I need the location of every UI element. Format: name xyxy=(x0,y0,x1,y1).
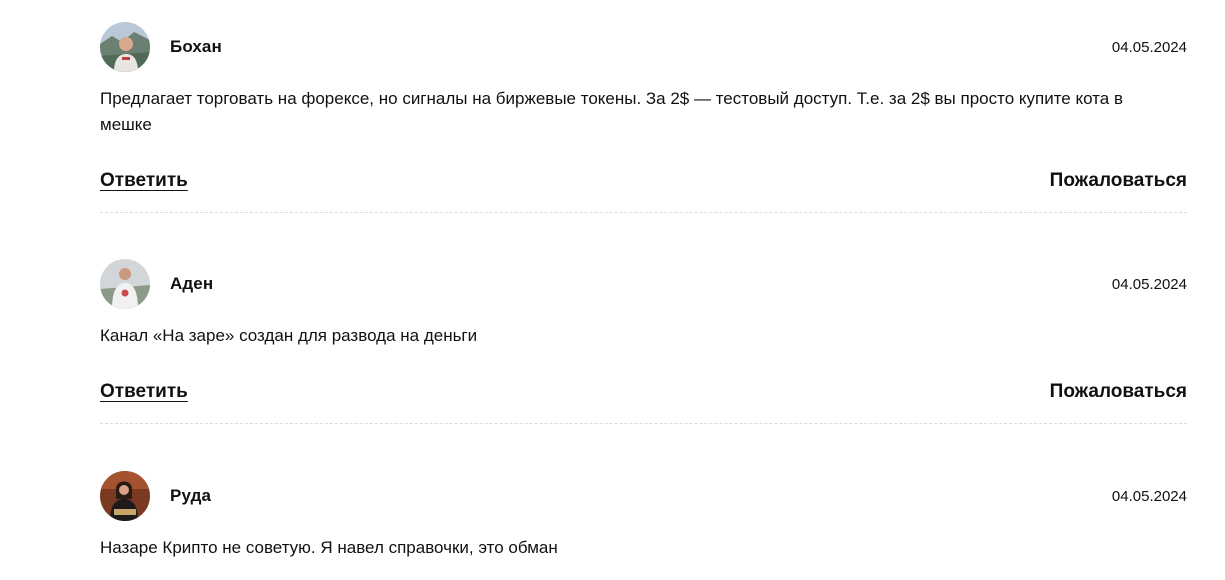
comment-divider xyxy=(100,423,1187,424)
comment-header: Бохан 04.05.2024 xyxy=(100,22,1187,72)
comments-list: Бохан 04.05.2024 Предлагает торговать на… xyxy=(100,22,1187,561)
user-photo-avatar-icon[interactable] xyxy=(100,259,150,309)
complain-link[interactable]: Пожаловаться xyxy=(1050,381,1187,403)
avatar-image xyxy=(100,471,150,521)
comment-item: Руда 04.05.2024 Назаре Крипто не советую… xyxy=(100,471,1187,561)
comment-author: Аден xyxy=(170,274,214,293)
comment-item: Бохан 04.05.2024 Предлагает торговать на… xyxy=(100,22,1187,215)
comment-date: 04.05.2024 xyxy=(1111,38,1187,56)
comment-text: Назаре Крипто не советую. Я навел справо… xyxy=(100,538,558,557)
comment-actions: Ответить Пожаловаться xyxy=(100,168,1187,194)
avatar-image xyxy=(100,22,150,72)
comment-item: Аден 04.05.2024 Канал «На заре» создан д… xyxy=(100,259,1187,427)
user-photo-avatar-icon[interactable] xyxy=(100,471,150,521)
avatar-image xyxy=(100,259,150,309)
user-photo-avatar-icon[interactable] xyxy=(100,22,150,72)
comment-author: Руда xyxy=(170,486,212,505)
reply-link[interactable]: Ответить xyxy=(100,170,188,192)
comment-text: Канал «На заре» создан для развода на де… xyxy=(100,326,478,345)
comment-actions: Ответить Пожаловаться xyxy=(100,379,1187,405)
comment-divider xyxy=(100,212,1187,213)
comment-text: Предлагает торговать на форексе, но сигн… xyxy=(100,89,1123,134)
comment-header: Руда 04.05.2024 xyxy=(100,471,1187,521)
comment-date: 04.05.2024 xyxy=(1111,487,1187,505)
comment-header: Аден 04.05.2024 xyxy=(100,259,1187,309)
reply-link[interactable]: Ответить xyxy=(100,381,188,403)
comment-author: Бохан xyxy=(170,37,222,56)
complain-link[interactable]: Пожаловаться xyxy=(1050,170,1187,192)
comment-date: 04.05.2024 xyxy=(1111,275,1187,293)
